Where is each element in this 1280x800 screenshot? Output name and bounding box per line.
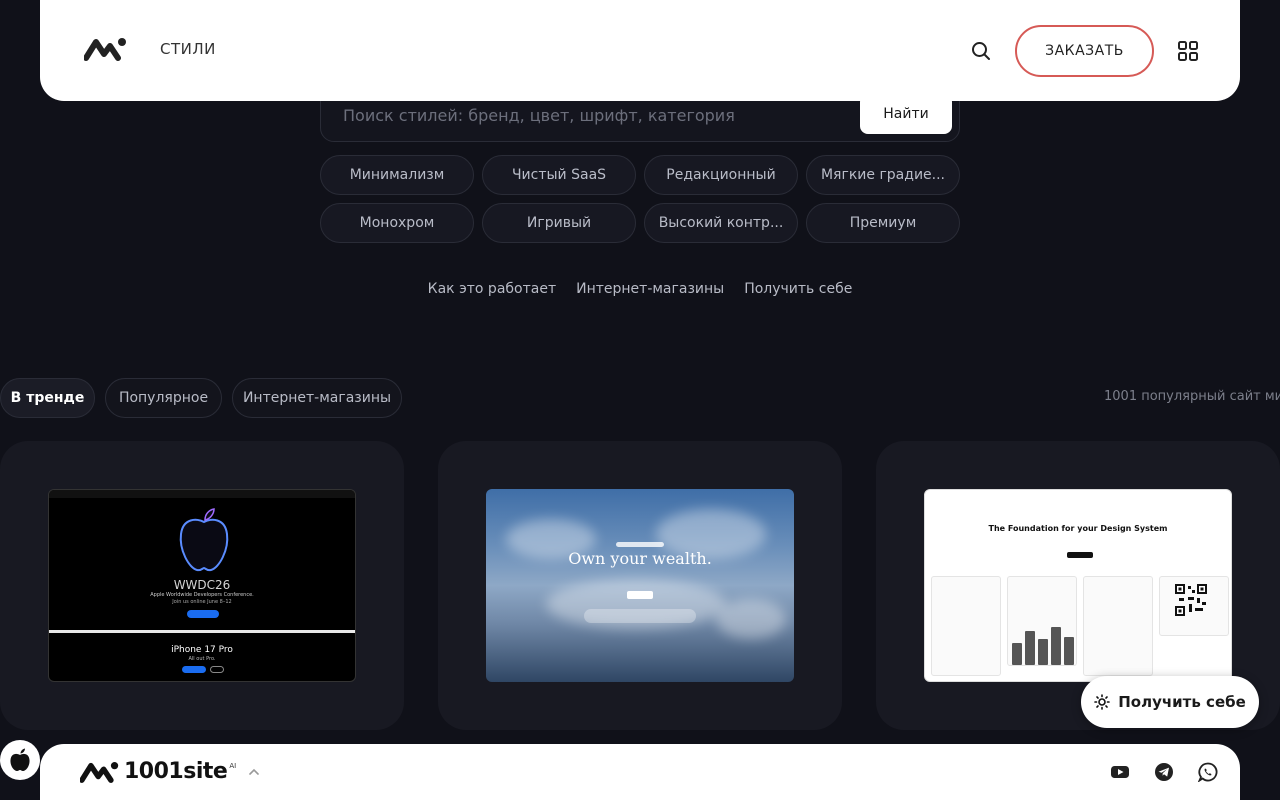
chip-editorial[interactable]: Редакционный [644,155,798,195]
apple-event-date: Join us online June 8–12 [172,599,232,605]
apple-preview: WWDC26 Apple Worldwide Developers Confer… [48,489,356,682]
apple-avatar[interactable] [0,740,40,780]
get-yours-button[interactable]: Получить себе [1081,676,1259,728]
telegram-icon[interactable] [1154,762,1174,782]
chip-monochrome[interactable]: Монохром [320,203,474,243]
wealth-search [584,609,696,623]
design-bar [1038,639,1048,665]
link-how-it-works[interactable]: Как это работает [428,281,556,297]
apple-event-button [187,610,219,618]
footer-brand[interactable]: 1001site AI [80,759,236,784]
chip-playful[interactable]: Игривый [482,203,636,243]
cloud-shape [716,599,786,639]
tab-online-stores[interactable]: Интернет-магазины [232,378,402,418]
preview-divider [49,630,355,633]
info-links: Как это работает Интернет-магазины Получ… [0,281,1280,297]
design-panel [931,576,1001,676]
site-card-apple[interactable]: WWDC26 Apple Worldwide Developers Confer… [0,441,404,730]
order-button[interactable]: ЗАКАЗАТЬ [1015,25,1154,77]
chevron-up-icon[interactable] [248,766,260,778]
site-logo[interactable] [84,36,128,62]
chip-clean-saas[interactable]: Чистый SaaS [482,155,636,195]
sun-icon [1094,694,1111,710]
nav-styles-link[interactable]: СТИЛИ [160,40,216,58]
design-bar [1064,637,1074,665]
qr-code-icon [1175,584,1207,616]
design-bar [1012,643,1022,665]
chip-high-contrast[interactable]: Высокий контр... [644,203,798,243]
brand-logo-icon [80,761,119,783]
apple-event-sub: Apple Worldwide Developers Conference. [150,592,254,598]
apple-buy-button [210,666,224,673]
design-panel-chart [1007,576,1077,666]
apple-glow-logo [179,508,229,572]
design-bar [1025,631,1035,665]
top-header: СТИЛИ ЗАКАЗАТЬ [40,0,1240,101]
apple-event-title: WWDC26 [173,578,231,592]
whatsapp-icon[interactable] [1198,762,1218,782]
search-icon[interactable] [970,40,992,62]
apple-icon [10,748,30,771]
tab-popular[interactable]: Популярное [105,378,222,418]
tab-trending[interactable]: В тренде [0,378,95,418]
link-online-stores[interactable]: Интернет-магазины [576,281,724,297]
wealth-preview: Own your wealth. [486,489,794,682]
design-title: The Foundation for your Design System [988,524,1168,533]
chip-minimalism[interactable]: Минимализм [320,155,474,195]
apple-product-sub: All out Pro. [188,656,216,662]
link-get-yours[interactable]: Получить себе [744,281,852,297]
apple-product-title: iPhone 17 Pro [171,645,233,655]
youtube-icon[interactable] [1110,762,1130,782]
grid-menu-icon[interactable] [1178,41,1198,61]
preview-nav [49,490,355,498]
brand-suffix: AI [229,761,237,770]
design-cta [1067,552,1093,558]
apple-learn-button [182,666,206,673]
wealth-cta [627,591,653,599]
chip-soft-gradients[interactable]: Мягкие градие... [806,155,960,195]
design-preview: The Foundation for your Design System [924,489,1232,682]
tagline: 1001 популярный сайт мира [1104,389,1280,404]
design-panel-form [1083,576,1153,676]
wealth-badge [616,542,664,547]
wealth-title: Own your wealth. [568,549,712,568]
brand-name: 1001site [124,759,228,784]
site-card-wealth[interactable]: Own your wealth. [438,441,842,730]
design-bar [1051,627,1061,665]
search-input[interactable] [343,101,843,129]
bottom-bar: 1001site AI [40,744,1240,800]
get-yours-label: Получить себе [1118,693,1246,711]
chip-premium[interactable]: Премиум [806,203,960,243]
